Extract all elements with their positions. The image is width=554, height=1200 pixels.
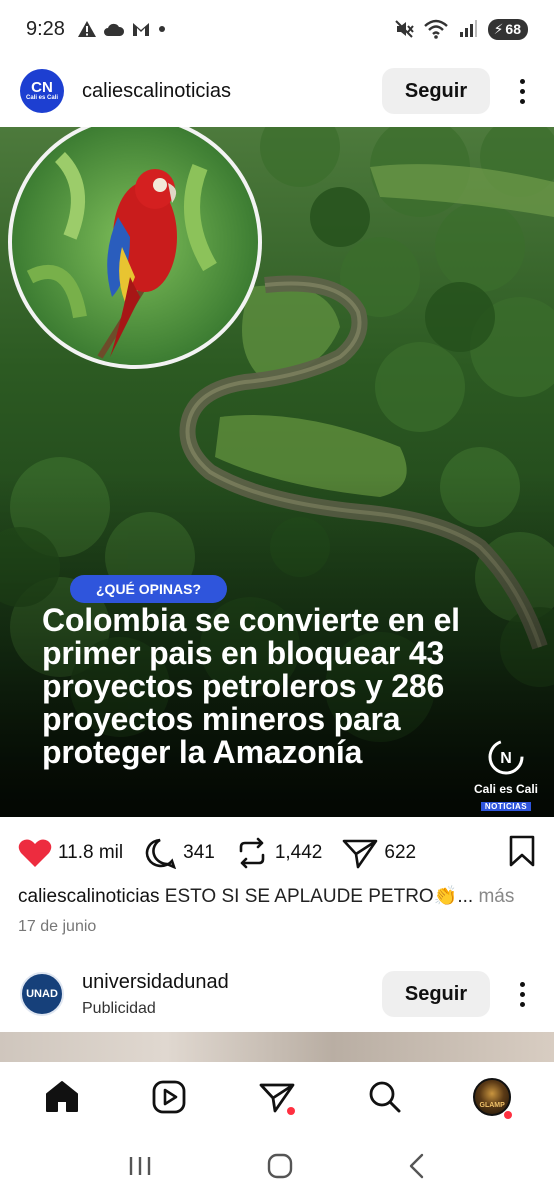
comment-count: 341 [183, 842, 215, 863]
nav-search[interactable] [355, 1067, 415, 1127]
post-username[interactable]: caliescalinoticias [82, 80, 231, 103]
question-badge: ¿QUÉ OPINAS? [70, 575, 228, 603]
caption-text: ESTO SI SE APLAUDE PETRO👏... [164, 886, 474, 907]
dot-icon [158, 26, 165, 32]
send-icon[interactable] [342, 837, 378, 869]
sponsor-avatar[interactable]: UNAD [20, 972, 64, 1016]
search-icon[interactable] [368, 1080, 402, 1114]
sponsored-post-header: UNAD universidadunad Publicidad Seguir [0, 962, 554, 1026]
nav-reels[interactable] [139, 1067, 199, 1127]
status-time: 9:28 [26, 17, 65, 40]
post-image[interactable]: ¿QUÉ OPINAS? Colombia se convierte en el… [0, 127, 554, 817]
battery-icon: ⚡ 68 [487, 18, 528, 40]
sponsor-follow-button[interactable]: Seguir [382, 971, 490, 1017]
bottom-navigation: GLAMP [0, 1062, 554, 1132]
repost-action[interactable]: 1,442 [235, 837, 323, 869]
signal-icon [459, 20, 477, 37]
post-caption[interactable]: caliescalinoticias ESTO SI SE APLAUDE PE… [18, 884, 548, 908]
like-count: 11.8 mil [58, 842, 124, 863]
comment-icon[interactable] [143, 837, 177, 869]
nav-messages[interactable] [247, 1067, 307, 1127]
recent-apps-icon[interactable] [127, 1154, 153, 1178]
sponsor-username[interactable]: universidadunad [82, 971, 229, 994]
system-navigation [0, 1132, 554, 1200]
home-icon[interactable] [44, 1080, 80, 1114]
post-header: CN Cali es Cali caliescalinoticias Segui… [0, 60, 554, 122]
brand-logo-icon: N [488, 739, 524, 775]
save-action[interactable] [508, 835, 536, 872]
home-button-icon[interactable] [267, 1153, 293, 1179]
post-headline: Colombia se convierte en el primer pais … [42, 602, 460, 770]
reels-icon[interactable] [152, 1080, 186, 1114]
profile-notification-dot [504, 1111, 513, 1119]
sponsor-more-options-icon[interactable] [510, 974, 534, 1014]
cloud-icon [103, 23, 124, 36]
bookmark-icon[interactable] [508, 835, 536, 867]
comment-action[interactable]: 341 [143, 837, 215, 869]
post-actions: 11.8 mil 341 1,442 622 [0, 826, 554, 880]
status-bar: 9:28 ⚡ 68 [0, 0, 554, 58]
caption-more-link[interactable]: más [478, 886, 514, 907]
brand-sub: NOTICIAS [480, 802, 532, 811]
caption-username[interactable]: caliescalinoticias [18, 886, 160, 907]
wifi-icon [423, 19, 448, 39]
sponsored-post-image[interactable] [0, 1032, 554, 1062]
battery-level: 68 [505, 21, 521, 37]
sponsored-label: Publicidad [82, 999, 156, 1017]
heart-icon[interactable] [18, 838, 52, 868]
nav-home[interactable] [32, 1067, 92, 1127]
svg-text:N: N [500, 750, 512, 767]
messages-notification-dot [286, 1107, 295, 1115]
more-options-icon[interactable] [510, 71, 534, 111]
avatar[interactable]: CN Cali es Cali [20, 69, 64, 113]
brand-watermark: N Cali es Cali NOTICIAS [470, 737, 542, 814]
share-count: 622 [384, 842, 417, 863]
back-icon[interactable] [407, 1153, 427, 1179]
share-action[interactable]: 622 [342, 837, 416, 869]
gmail-icon [132, 23, 149, 36]
repost-icon[interactable] [235, 837, 269, 869]
like-action[interactable]: 11.8 mil [18, 838, 123, 868]
profile-avatar[interactable]: GLAMP [473, 1078, 512, 1116]
post-date: 17 de junio [18, 918, 97, 935]
repost-count: 1,442 [274, 842, 323, 863]
avatar-monogram: CN [31, 79, 53, 96]
nav-profile[interactable]: GLAMP [462, 1067, 522, 1127]
mute-icon [394, 20, 414, 38]
avatar-brand: Cali es Cali [25, 95, 58, 101]
follow-button[interactable]: Seguir [382, 68, 490, 114]
alert-icon [77, 21, 96, 37]
brand-name: Cali es Cali [473, 782, 539, 796]
